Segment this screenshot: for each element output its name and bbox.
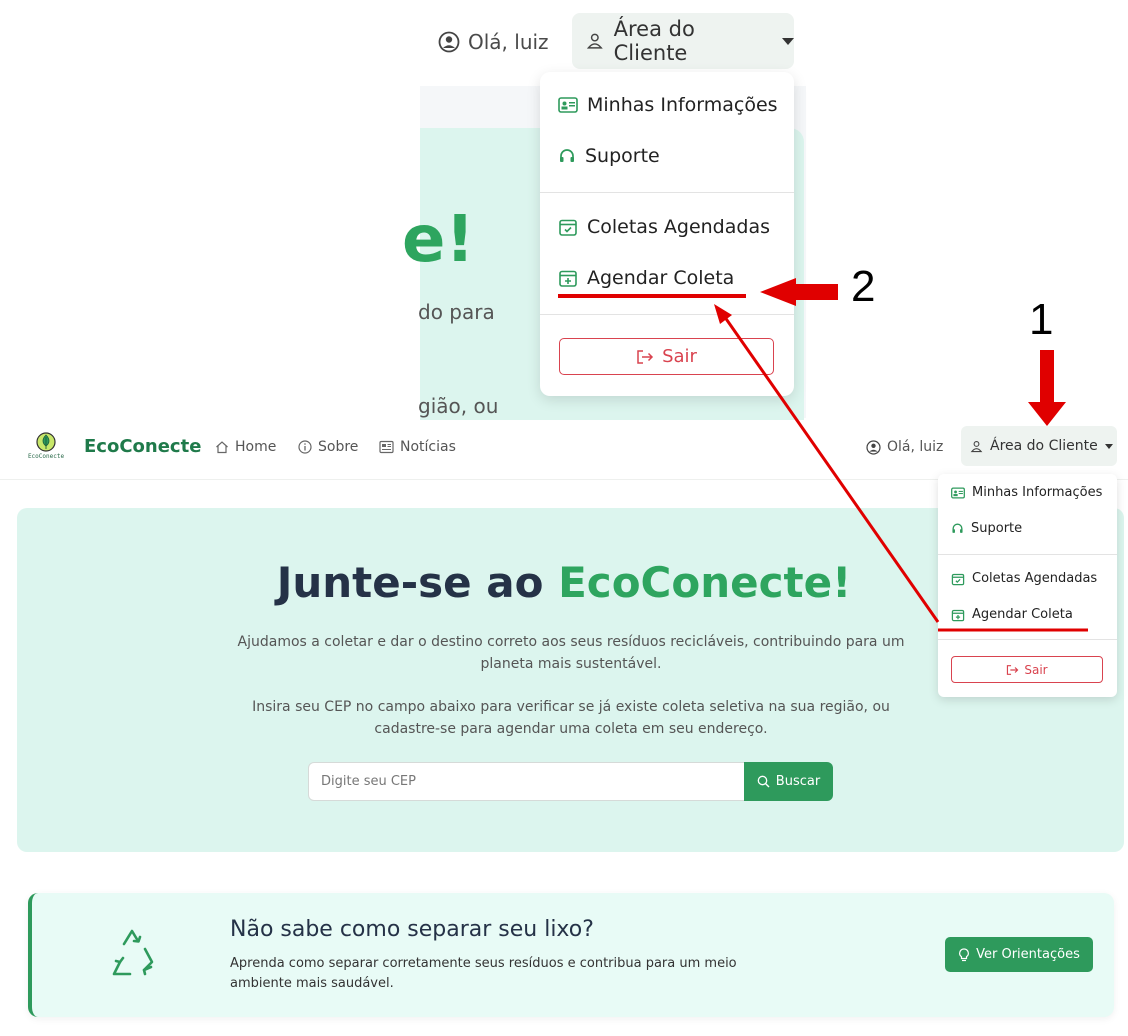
tip-title: Não sabe como separar seu lixo? <box>230 917 594 942</box>
brand-logo[interactable]: EcoConecte <box>20 429 72 463</box>
search-button-label: Buscar <box>775 774 821 789</box>
nav-link-sobre[interactable]: Sobre <box>298 439 358 455</box>
calendar-check-icon <box>951 573 965 585</box>
menu-item-label: Suporte <box>971 521 1023 536</box>
zoom-user-greeting[interactable]: Olá, luiz <box>438 30 549 54</box>
search-button[interactable]: Buscar <box>744 762 833 801</box>
recycle-icon <box>112 929 154 976</box>
calendar-check-icon <box>559 219 577 236</box>
step-number-2: 2 <box>851 262 876 311</box>
menu-item-agendar-coleta[interactable]: Agendar Coleta <box>951 607 1073 622</box>
leaf-globe-icon <box>36 432 56 452</box>
menu-divider <box>938 639 1117 640</box>
brand-name[interactable]: EcoConecte <box>84 436 201 457</box>
logout-icon <box>1007 664 1019 675</box>
hero-title-accent: EcoConecte! <box>558 558 852 607</box>
lightbulb-icon <box>959 947 969 961</box>
user-circle-icon <box>866 439 881 455</box>
hero-title-main: Junte-se ao <box>276 558 559 607</box>
zoom-menu-label: Suporte <box>585 145 660 167</box>
zoom-menu-label: Coletas Agendadas <box>587 216 770 238</box>
info-icon <box>298 440 312 454</box>
zoom-logout-button[interactable]: Sair <box>559 338 774 375</box>
zoom-menu-item-minhas-informacoes[interactable]: Minhas Informações <box>558 94 778 116</box>
headset-icon <box>560 149 574 162</box>
logout-label: Sair <box>1024 662 1048 677</box>
arrow-down-annotation <box>1028 350 1066 426</box>
menu-item-coletas-agendadas[interactable]: Coletas Agendadas <box>951 571 1097 586</box>
logout-button[interactable]: Sair <box>951 656 1103 683</box>
zoom-client-area-label: Área do Cliente <box>613 17 695 65</box>
client-area-button[interactable]: Área do Cliente <box>961 426 1117 466</box>
zoom-hero-text-fragment-1: do para <box>418 300 495 324</box>
chevron-down-icon <box>1104 443 1113 449</box>
greeting-text: Olá, luiz <box>887 439 944 455</box>
zoom-menu-divider <box>540 314 794 315</box>
zoom-client-area-button[interactable]: Área do Cliente <box>572 13 794 69</box>
newspaper-icon <box>379 440 394 454</box>
user-circle-icon <box>438 31 460 53</box>
nav-link-label: Home <box>235 439 277 455</box>
step-number-1: 1 <box>1029 295 1054 344</box>
zoom-hero-text-fragment-2: gião, ou <box>418 394 499 418</box>
logo-wordmark: EcoConecte <box>27 453 65 460</box>
menu-item-label: Agendar Coleta <box>972 607 1073 622</box>
zoom-dropdown-menu: Minhas Informações Suporte Coletas Agend… <box>540 72 794 396</box>
zoom-menu-label: Agendar Coleta <box>587 267 735 289</box>
hero-paragraph-2: Insira seu CEP no campo abaixo para veri… <box>252 699 890 737</box>
nav-link-home[interactable]: Home <box>215 439 276 455</box>
menu-item-label: Minhas Informações <box>972 485 1103 500</box>
guidelines-button[interactable]: Ver Orientações <box>945 937 1093 972</box>
user-greeting[interactable]: Olá, luiz <box>866 439 943 455</box>
logout-icon <box>637 349 654 364</box>
client-dropdown-menu: Minhas Informações Suporte Coletas Agend… <box>938 474 1117 697</box>
search-icon <box>757 775 770 788</box>
zoom-menu-item-agendar-coleta[interactable]: Agendar Coleta <box>558 267 734 289</box>
menu-item-label: Coletas Agendadas <box>972 571 1098 586</box>
nav-link-noticias[interactable]: Notícias <box>379 439 456 455</box>
menu-divider <box>938 554 1117 555</box>
client-area-label: Área do Cliente <box>990 438 1098 454</box>
nav-link-label: Sobre <box>318 439 359 455</box>
person-icon <box>586 33 603 49</box>
calendar-plus-icon <box>951 609 965 621</box>
zoom-menu-item-coletas-agendadas[interactable]: Coletas Agendadas <box>558 216 770 238</box>
id-card-icon <box>951 486 965 499</box>
home-icon <box>216 441 228 454</box>
chevron-down-icon <box>782 37 794 45</box>
headset-icon <box>952 523 963 533</box>
guidelines-button-label: Ver Orientações <box>976 947 1080 962</box>
zoom-greeting-text: Olá, luiz <box>468 30 549 54</box>
hero-paragraph-1: Ajudamos a coletar e dar o destino corre… <box>237 634 905 672</box>
tip-description: Aprenda como separar corretamente seus r… <box>230 956 737 991</box>
zoom-hero-title-fragment: e! <box>402 203 475 277</box>
zoom-logout-label: Sair <box>662 346 697 367</box>
calendar-plus-icon <box>559 270 577 287</box>
id-card-icon <box>558 97 578 113</box>
zoom-menu-divider <box>540 192 794 193</box>
zoom-menu-label: Minhas Informações <box>587 94 778 116</box>
menu-item-suporte[interactable]: Suporte <box>951 521 1022 536</box>
person-icon <box>970 440 983 452</box>
zoom-menu-item-suporte[interactable]: Suporte <box>558 145 660 167</box>
nav-link-label: Notícias <box>400 439 456 455</box>
cep-search-input[interactable]: Digite seu CEP <box>308 762 745 801</box>
menu-item-minhas-informacoes[interactable]: Minhas Informações <box>951 485 1102 500</box>
